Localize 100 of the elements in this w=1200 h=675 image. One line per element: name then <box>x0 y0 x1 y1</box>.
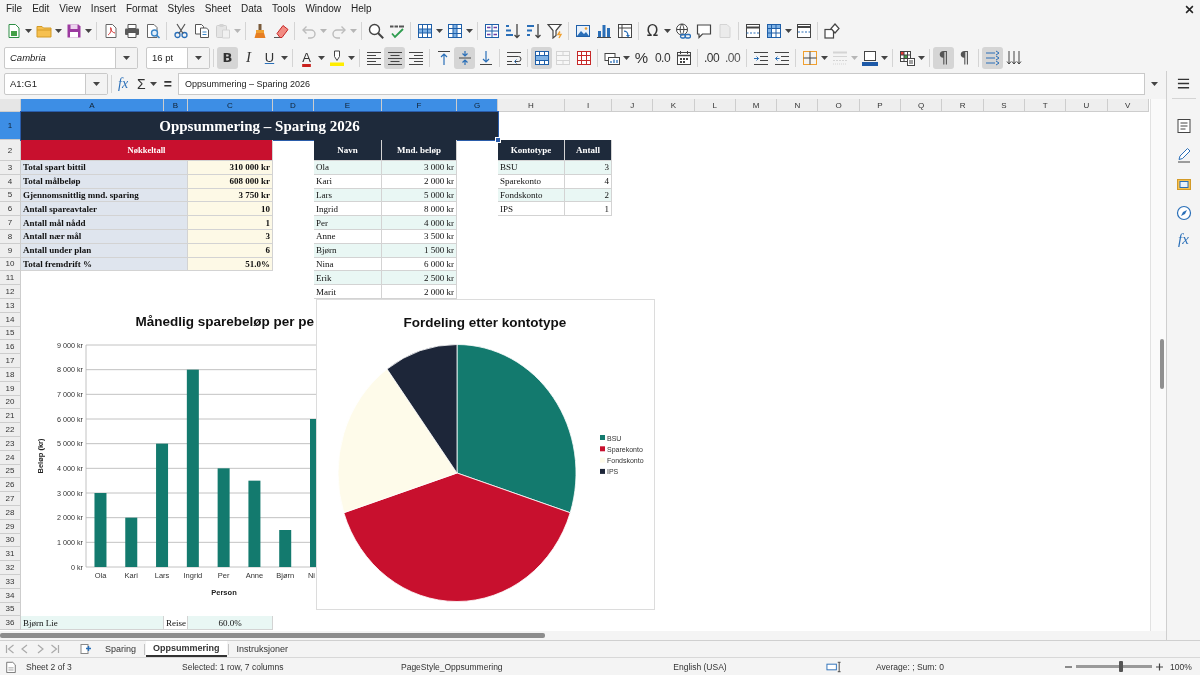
column-header[interactable]: H <box>498 99 565 112</box>
row-header[interactable]: 12 <box>0 285 21 299</box>
shapes-icon[interactable] <box>823 23 840 39</box>
sheet-tab[interactable]: Sparing <box>98 641 144 657</box>
close-icon[interactable] <box>1185 4 1194 14</box>
column-header[interactable]: I <box>565 99 612 112</box>
align-bottom-icon[interactable] <box>477 49 494 66</box>
conditional-format-icon[interactable] <box>898 49 915 66</box>
paragraph-rtl-button[interactable]: ¶ <box>954 46 975 69</box>
menu-item[interactable]: Window <box>300 2 346 16</box>
text-direction-button[interactable] <box>982 46 1003 69</box>
speech-bubble-icon[interactable] <box>695 23 712 39</box>
save-icon[interactable] <box>65 23 82 39</box>
special-character-button[interactable]: Ω <box>646 23 659 39</box>
table-rows-icon[interactable] <box>416 23 433 39</box>
split-window-icon[interactable] <box>795 23 812 39</box>
menu-item[interactable]: Data <box>235 2 268 16</box>
table-columns-icon[interactable] <box>446 23 463 39</box>
zoom-slider-thumb[interactable] <box>1118 661 1123 672</box>
split-cells-icon[interactable] <box>575 49 592 66</box>
column-header[interactable]: K <box>653 99 695 112</box>
underline-button[interactable]: U <box>259 46 280 69</box>
highlighter-icon[interactable] <box>328 49 345 66</box>
menu-item[interactable]: Format <box>120 2 163 16</box>
sort-icon[interactable] <box>483 23 500 39</box>
menu-item[interactable]: Styles <box>162 2 200 16</box>
row-header[interactable]: 21 <box>0 409 21 424</box>
increase-indent-icon[interactable] <box>752 49 769 66</box>
compass-icon[interactable] <box>1175 205 1192 221</box>
scissors-icon[interactable] <box>172 23 189 39</box>
column-header[interactable]: P <box>859 99 902 112</box>
row-header[interactable]: 11 <box>0 271 21 286</box>
row-header[interactable]: 17 <box>0 354 21 368</box>
sheet-tab[interactable]: Oppsummering <box>146 641 227 657</box>
caret-icon[interactable] <box>25 29 32 33</box>
picture-frame-icon[interactable] <box>1175 176 1192 192</box>
menu-item[interactable]: Edit <box>27 2 55 16</box>
caret-icon[interactable] <box>664 29 671 33</box>
copy-icon[interactable] <box>193 23 210 39</box>
pdf-icon[interactable] <box>102 23 119 39</box>
caret-icon[interactable] <box>93 81 100 86</box>
row-header[interactable]: 2 <box>0 140 21 161</box>
menu-item[interactable]: Help <box>346 2 377 16</box>
column-header[interactable]: O <box>818 99 860 112</box>
menu-item[interactable]: File <box>1 2 28 16</box>
pivot-table-icon[interactable] <box>616 23 633 39</box>
caret-icon[interactable] <box>318 55 325 60</box>
column-header[interactable]: T <box>1024 99 1067 112</box>
column-header[interactable]: V <box>1107 99 1149 112</box>
caret-icon[interactable] <box>466 29 473 33</box>
new-document-icon[interactable] <box>5 23 22 39</box>
functions-button[interactable]: fx <box>1178 231 1189 248</box>
caret-icon[interactable] <box>623 55 630 60</box>
scrollbar-thumb[interactable] <box>1160 339 1164 389</box>
fill-handle[interactable] <box>495 137 501 143</box>
row-header[interactable]: 16 <box>0 340 21 355</box>
caret-icon[interactable] <box>149 81 157 86</box>
column-header[interactable]: N <box>777 99 819 112</box>
row-header[interactable]: 36 <box>0 616 21 631</box>
delete-decimal-button[interactable]: .00 <box>722 46 743 69</box>
align-left-icon[interactable] <box>365 49 382 66</box>
column-header[interactable]: S <box>983 99 1025 112</box>
align-right-icon[interactable] <box>407 49 424 66</box>
caret-icon[interactable] <box>1151 81 1158 86</box>
search-icon[interactable] <box>367 23 384 39</box>
caret-icon[interactable] <box>785 29 792 33</box>
list-icon[interactable] <box>1175 118 1192 134</box>
calendar-icon[interactable] <box>675 49 692 66</box>
align-middle-button[interactable] <box>454 46 475 69</box>
image-icon[interactable] <box>574 23 591 39</box>
column-header[interactable]: J <box>612 99 654 112</box>
paragraph-ltr-button[interactable]: ¶ <box>933 46 954 69</box>
column-header[interactable]: Q <box>901 99 943 112</box>
formula-button[interactable]: = <box>160 73 175 94</box>
bold-button[interactable]: B <box>217 46 238 69</box>
add-decimal-button[interactable]: .00 <box>701 46 722 69</box>
caret-icon[interactable] <box>85 29 92 33</box>
sheet-tab[interactable]: Instruksjoner <box>229 641 296 657</box>
printer-icon[interactable] <box>123 23 140 39</box>
column-header[interactable]: U <box>1066 99 1108 112</box>
spellcheck-icon[interactable] <box>388 23 405 39</box>
menu-icon[interactable] <box>1177 77 1190 90</box>
italic-button[interactable]: I <box>238 46 259 69</box>
add-sheet-icon[interactable] <box>80 643 92 655</box>
row-header[interactable]: 1 <box>0 112 21 140</box>
merge-center-button[interactable] <box>531 46 552 69</box>
box-text-cursor-icon[interactable] <box>826 659 842 674</box>
menu-item[interactable]: View <box>54 2 86 16</box>
wrap-text-icon[interactable] <box>505 49 522 66</box>
column-header[interactable]: M <box>735 99 778 112</box>
row-header[interactable]: 22 <box>0 423 21 437</box>
font-name-field[interactable]: Cambria <box>4 46 138 69</box>
freeze-panes-icon[interactable] <box>765 23 782 39</box>
sort-descending-icon[interactable] <box>525 23 542 39</box>
column-header[interactable]: L <box>694 99 736 112</box>
scrollbar-thumb[interactable] <box>0 633 545 638</box>
menu-item[interactable]: Insert <box>85 2 121 16</box>
row-header[interactable]: 6 <box>0 202 21 217</box>
vertical-text-icon[interactable] <box>1005 49 1022 66</box>
caret-icon[interactable] <box>281 55 288 60</box>
